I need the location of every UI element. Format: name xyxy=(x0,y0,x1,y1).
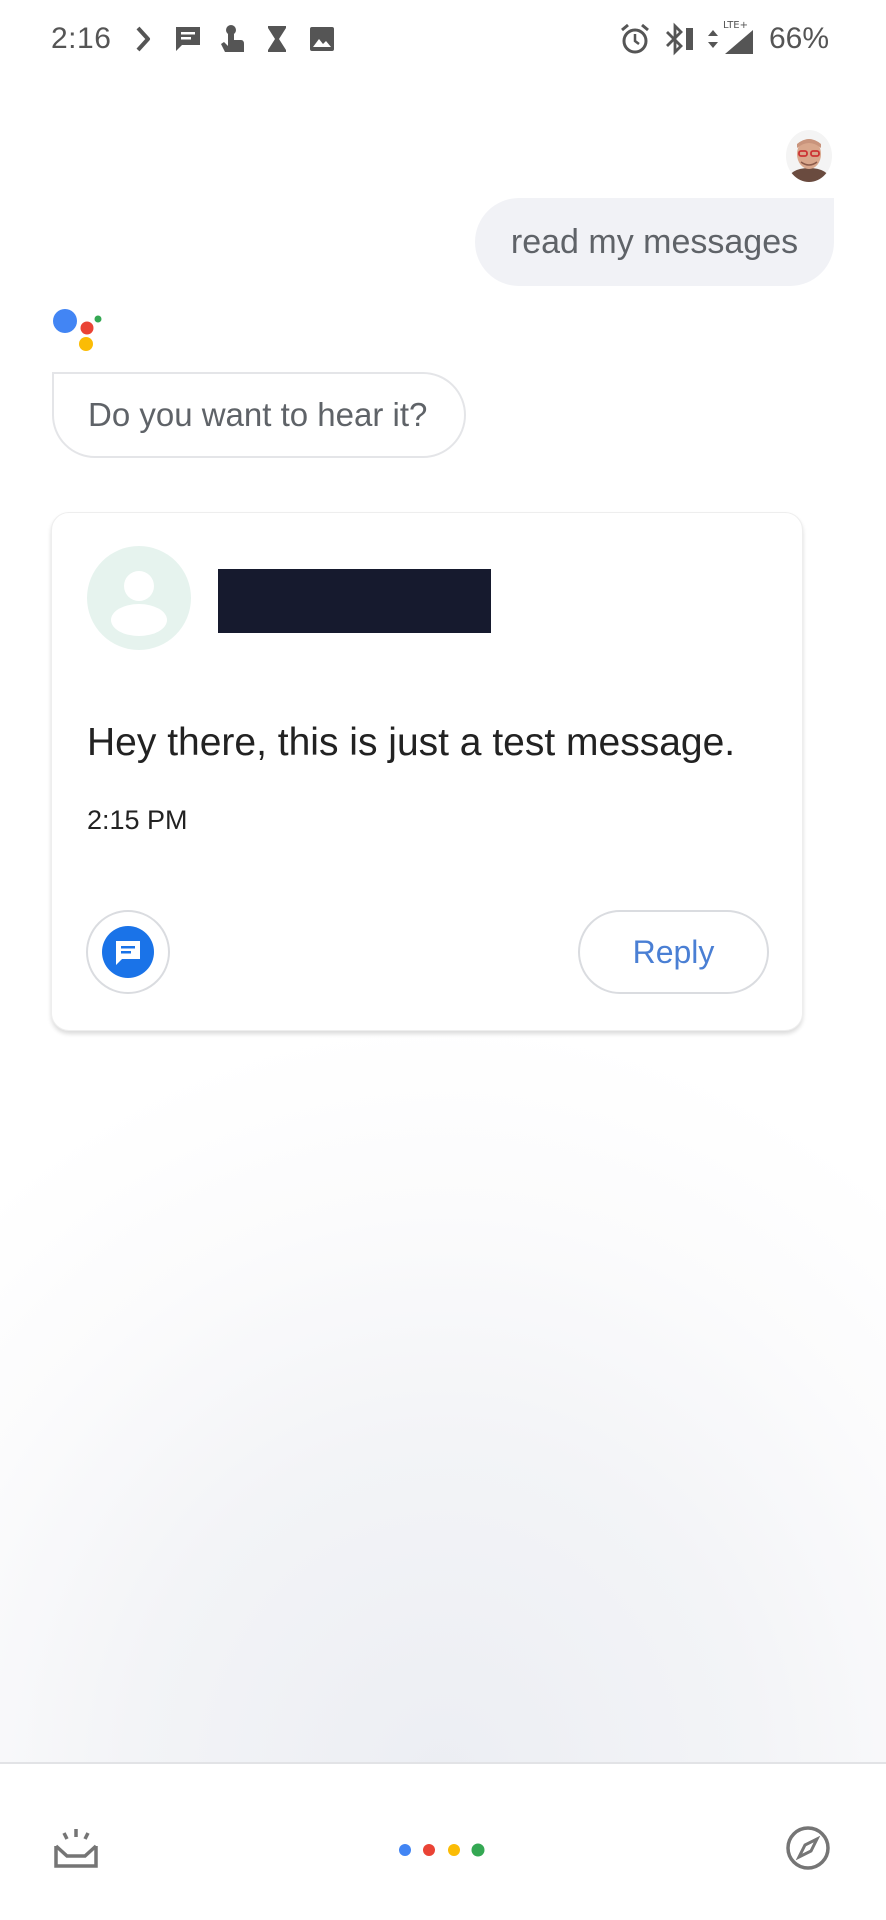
google-assistant-logo-icon xyxy=(53,309,102,351)
bottom-bar xyxy=(0,1762,886,1920)
assistant-screen: 2:16 LTE+ 66% read my messages Do you wa… xyxy=(0,0,886,1920)
battery-percentage: 66% xyxy=(769,22,830,55)
assistant-reply-bubble: Do you want to hear it? xyxy=(52,372,466,458)
hourglass-icon xyxy=(268,26,286,52)
assistant-dots-icon[interactable] xyxy=(398,1840,490,1860)
contact-avatar-icon xyxy=(87,546,191,650)
user-query-text: read my messages xyxy=(510,222,799,261)
bluetooth-icon xyxy=(666,22,693,56)
gesture-icon xyxy=(221,25,244,52)
lte-signal-icon: LTE+ xyxy=(723,20,753,54)
svg-text:LTE+: LTE+ xyxy=(723,20,748,31)
status-bar: 2:16 LTE+ 66% xyxy=(0,0,886,80)
reply-button[interactable]: Reply xyxy=(578,910,769,994)
open-messages-app-button[interactable] xyxy=(86,910,170,994)
chevron-right-icon xyxy=(136,26,150,52)
assistant-reply-text: Do you want to hear it? xyxy=(88,396,428,433)
message-icon xyxy=(176,27,200,51)
message-timestamp: 2:15 PM xyxy=(87,805,188,835)
message-body: Hey there, this is just a test message. xyxy=(87,721,736,764)
image-icon xyxy=(310,27,334,51)
contact-name-redacted xyxy=(218,569,491,633)
messages-app-icon xyxy=(102,926,154,978)
user-avatar[interactable] xyxy=(786,130,832,182)
explore-compass-icon[interactable] xyxy=(784,1824,832,1872)
status-time: 2:16 xyxy=(51,22,112,55)
message-card[interactable]: Hey there, this is just a test message. … xyxy=(51,512,803,1031)
snapshot-inbox-icon[interactable] xyxy=(53,1826,99,1870)
alarm-icon xyxy=(621,23,649,54)
user-query-bubble: read my messages xyxy=(475,198,834,286)
